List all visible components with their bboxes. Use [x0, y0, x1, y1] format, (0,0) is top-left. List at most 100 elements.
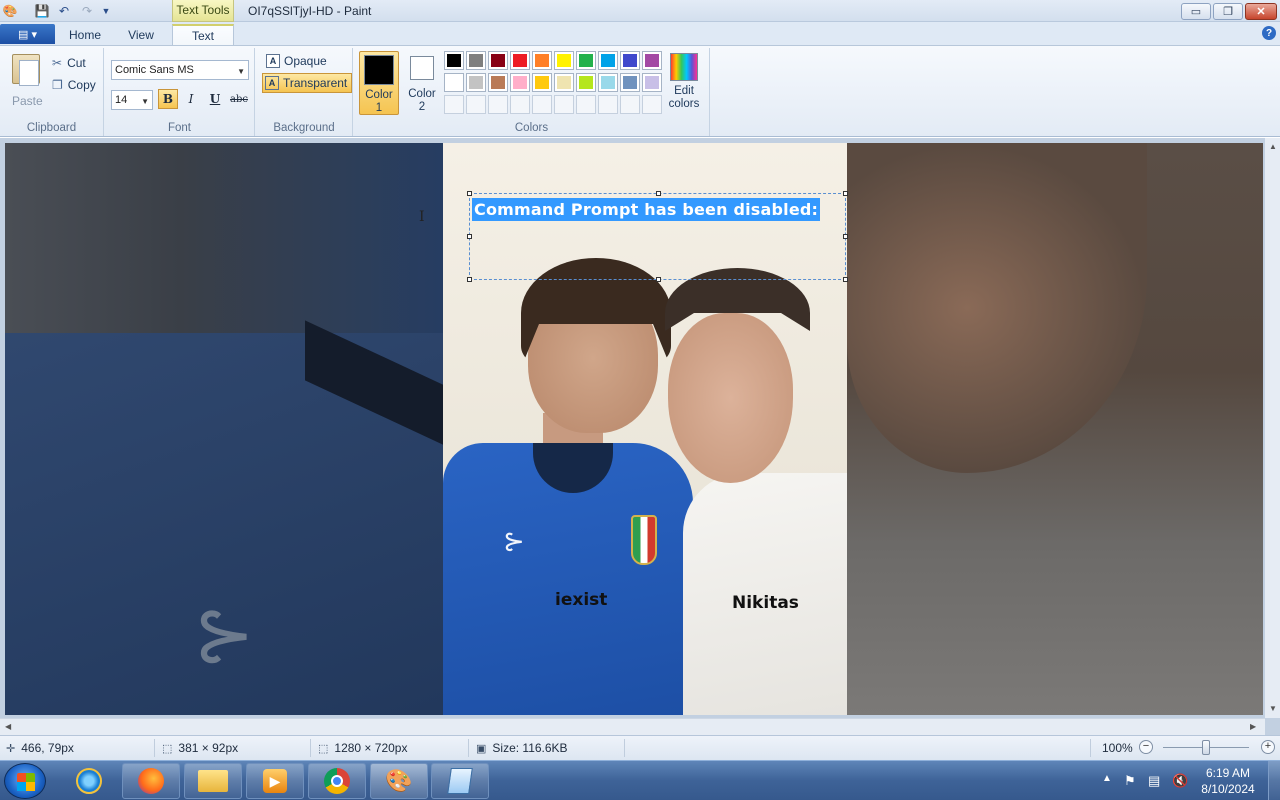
- zoom-out-button[interactable]: −: [1139, 740, 1153, 754]
- palette-swatch[interactable]: [576, 95, 596, 114]
- resize-handle-n[interactable]: [656, 191, 661, 196]
- action-center-flag-icon[interactable]: ⚑: [1124, 773, 1136, 789]
- resize-handle-nw[interactable]: [467, 191, 472, 196]
- clock[interactable]: 6:19 AM 8/10/2024: [1196, 765, 1260, 797]
- palette-swatch[interactable]: [466, 73, 486, 92]
- palette-swatch[interactable]: [444, 95, 464, 114]
- palette-swatch[interactable]: [642, 95, 662, 114]
- palette-swatch[interactable]: [620, 51, 640, 70]
- menu-icon: ▤ ▾: [18, 28, 37, 41]
- copy-icon: ❐: [52, 78, 63, 92]
- palette-swatch[interactable]: [532, 73, 552, 92]
- palette-swatch[interactable]: [554, 95, 574, 114]
- image-canvas[interactable]: ⊱ ⊱ iexist Nikitas Command Prompt has be…: [5, 143, 1263, 715]
- paint-app-icon[interactable]: 🎨: [2, 3, 18, 19]
- taskbar-app[interactable]: [308, 763, 366, 799]
- underline-button[interactable]: U: [205, 89, 225, 109]
- palette-swatch[interactable]: [488, 95, 508, 114]
- edit-colors-button[interactable]: Edit colors: [666, 51, 702, 111]
- palette-swatch[interactable]: [598, 51, 618, 70]
- tab-home[interactable]: Home: [58, 24, 112, 45]
- color1-button[interactable]: Color 1: [359, 51, 399, 115]
- zoom-in-button[interactable]: +: [1261, 740, 1275, 754]
- palette-swatch[interactable]: [620, 73, 640, 92]
- color2-button[interactable]: Color 2: [402, 51, 442, 115]
- taskbar-app-active[interactable]: 🎨: [370, 763, 428, 799]
- resize-handle-e[interactable]: [843, 234, 848, 239]
- maximize-button[interactable]: ❐: [1213, 3, 1243, 20]
- italic-button[interactable]: I: [181, 89, 201, 109]
- opaque-button[interactable]: A Opaque: [264, 51, 331, 71]
- palette-swatch[interactable]: [510, 73, 530, 92]
- palette-swatch[interactable]: [466, 51, 486, 70]
- font-family-select[interactable]: Comic Sans MS ▼: [111, 60, 249, 80]
- volume-muted-icon[interactable]: 🔇: [1172, 773, 1188, 789]
- close-button[interactable]: ✕: [1245, 3, 1277, 20]
- selected-text[interactable]: Command Prompt has been disabled:: [472, 198, 821, 221]
- text-box-selection[interactable]: Command Prompt has been disabled:: [467, 191, 848, 282]
- start-button[interactable]: [4, 763, 46, 799]
- palette-swatch[interactable]: [444, 73, 464, 92]
- palette-swatch[interactable]: [554, 51, 574, 70]
- palette-swatch[interactable]: [466, 95, 486, 114]
- font-group-label: Font: [167, 122, 191, 134]
- palette-swatch[interactable]: [444, 51, 464, 70]
- palette-swatch[interactable]: [532, 95, 552, 114]
- palette-swatch[interactable]: [598, 73, 618, 92]
- zoom-level: 100%: [1102, 741, 1133, 755]
- horizontal-scrollbar[interactable]: ◀ ▶: [0, 718, 1265, 735]
- paste-button[interactable]: Paste: [6, 52, 46, 110]
- taskbar-app[interactable]: ▶: [246, 763, 304, 799]
- vertical-scrollbar[interactable]: ▲ ▼: [1265, 138, 1280, 718]
- minimize-button[interactable]: ▭: [1181, 3, 1211, 20]
- palette-swatch[interactable]: [576, 51, 596, 70]
- tab-view[interactable]: View: [114, 24, 168, 45]
- network-icon[interactable]: ▤: [1148, 773, 1160, 789]
- help-icon[interactable]: ?: [1262, 26, 1276, 40]
- taskbar-app[interactable]: [184, 763, 242, 799]
- font-size-select[interactable]: 14 ▼: [111, 90, 153, 110]
- palette-swatch[interactable]: [554, 73, 574, 92]
- resize-handle-w[interactable]: [467, 234, 472, 239]
- strikethrough-button[interactable]: abc: [229, 89, 249, 109]
- save-icon[interactable]: 💾: [34, 3, 50, 19]
- opaque-label: Opaque: [284, 54, 327, 68]
- resize-handle-ne[interactable]: [843, 191, 848, 196]
- resize-handle-s[interactable]: [656, 277, 661, 282]
- taskbar-app[interactable]: [431, 763, 489, 799]
- palette-swatch[interactable]: [510, 95, 530, 114]
- cut-button[interactable]: ✂ Cut: [52, 56, 86, 70]
- show-desktop-button[interactable]: [1268, 761, 1280, 800]
- taskbar-app[interactable]: [122, 763, 180, 799]
- resize-handle-se[interactable]: [843, 277, 848, 282]
- window-title: OI7qSSlTjyI-HD - Paint: [248, 4, 372, 18]
- scroll-left-icon[interactable]: ◀: [5, 722, 11, 731]
- palette-swatch[interactable]: [488, 51, 508, 70]
- scroll-up-icon[interactable]: ▲: [1269, 142, 1277, 151]
- palette-swatch[interactable]: [510, 51, 530, 70]
- paint-menu-button[interactable]: ▤ ▾: [0, 24, 55, 44]
- transparent-button[interactable]: A Transparent: [262, 73, 353, 93]
- palette-swatch[interactable]: [598, 95, 618, 114]
- palette-swatch[interactable]: [488, 73, 508, 92]
- palette-swatch[interactable]: [576, 73, 596, 92]
- tab-text[interactable]: Text: [172, 24, 234, 45]
- scroll-right-icon[interactable]: ▶: [1250, 722, 1256, 731]
- palette-swatch[interactable]: [620, 95, 640, 114]
- undo-icon[interactable]: ↶: [56, 3, 72, 19]
- palette-swatch[interactable]: [532, 51, 552, 70]
- scroll-down-icon[interactable]: ▼: [1269, 704, 1277, 713]
- palette-swatch[interactable]: [642, 51, 662, 70]
- copy-button[interactable]: ❐ Copy: [52, 78, 96, 92]
- customize-qat-icon[interactable]: ▼: [98, 3, 114, 19]
- selection-size-value: 381 × 92px: [178, 741, 239, 755]
- bold-button[interactable]: B: [158, 89, 178, 109]
- taskbar: ▶ 🎨 ▲ ⚑ ▤ 🔇 6:19 AM 8/10/2024: [0, 760, 1280, 800]
- taskbar-app[interactable]: [60, 763, 118, 799]
- resize-handle-sw[interactable]: [467, 277, 472, 282]
- file-size-value: Size: 116.6KB: [492, 741, 568, 755]
- show-hidden-icons-icon[interactable]: ▲: [1102, 773, 1112, 784]
- palette-swatch[interactable]: [642, 73, 662, 92]
- zoom-slider-thumb[interactable]: [1202, 740, 1210, 755]
- redo-icon[interactable]: ↷: [79, 3, 95, 19]
